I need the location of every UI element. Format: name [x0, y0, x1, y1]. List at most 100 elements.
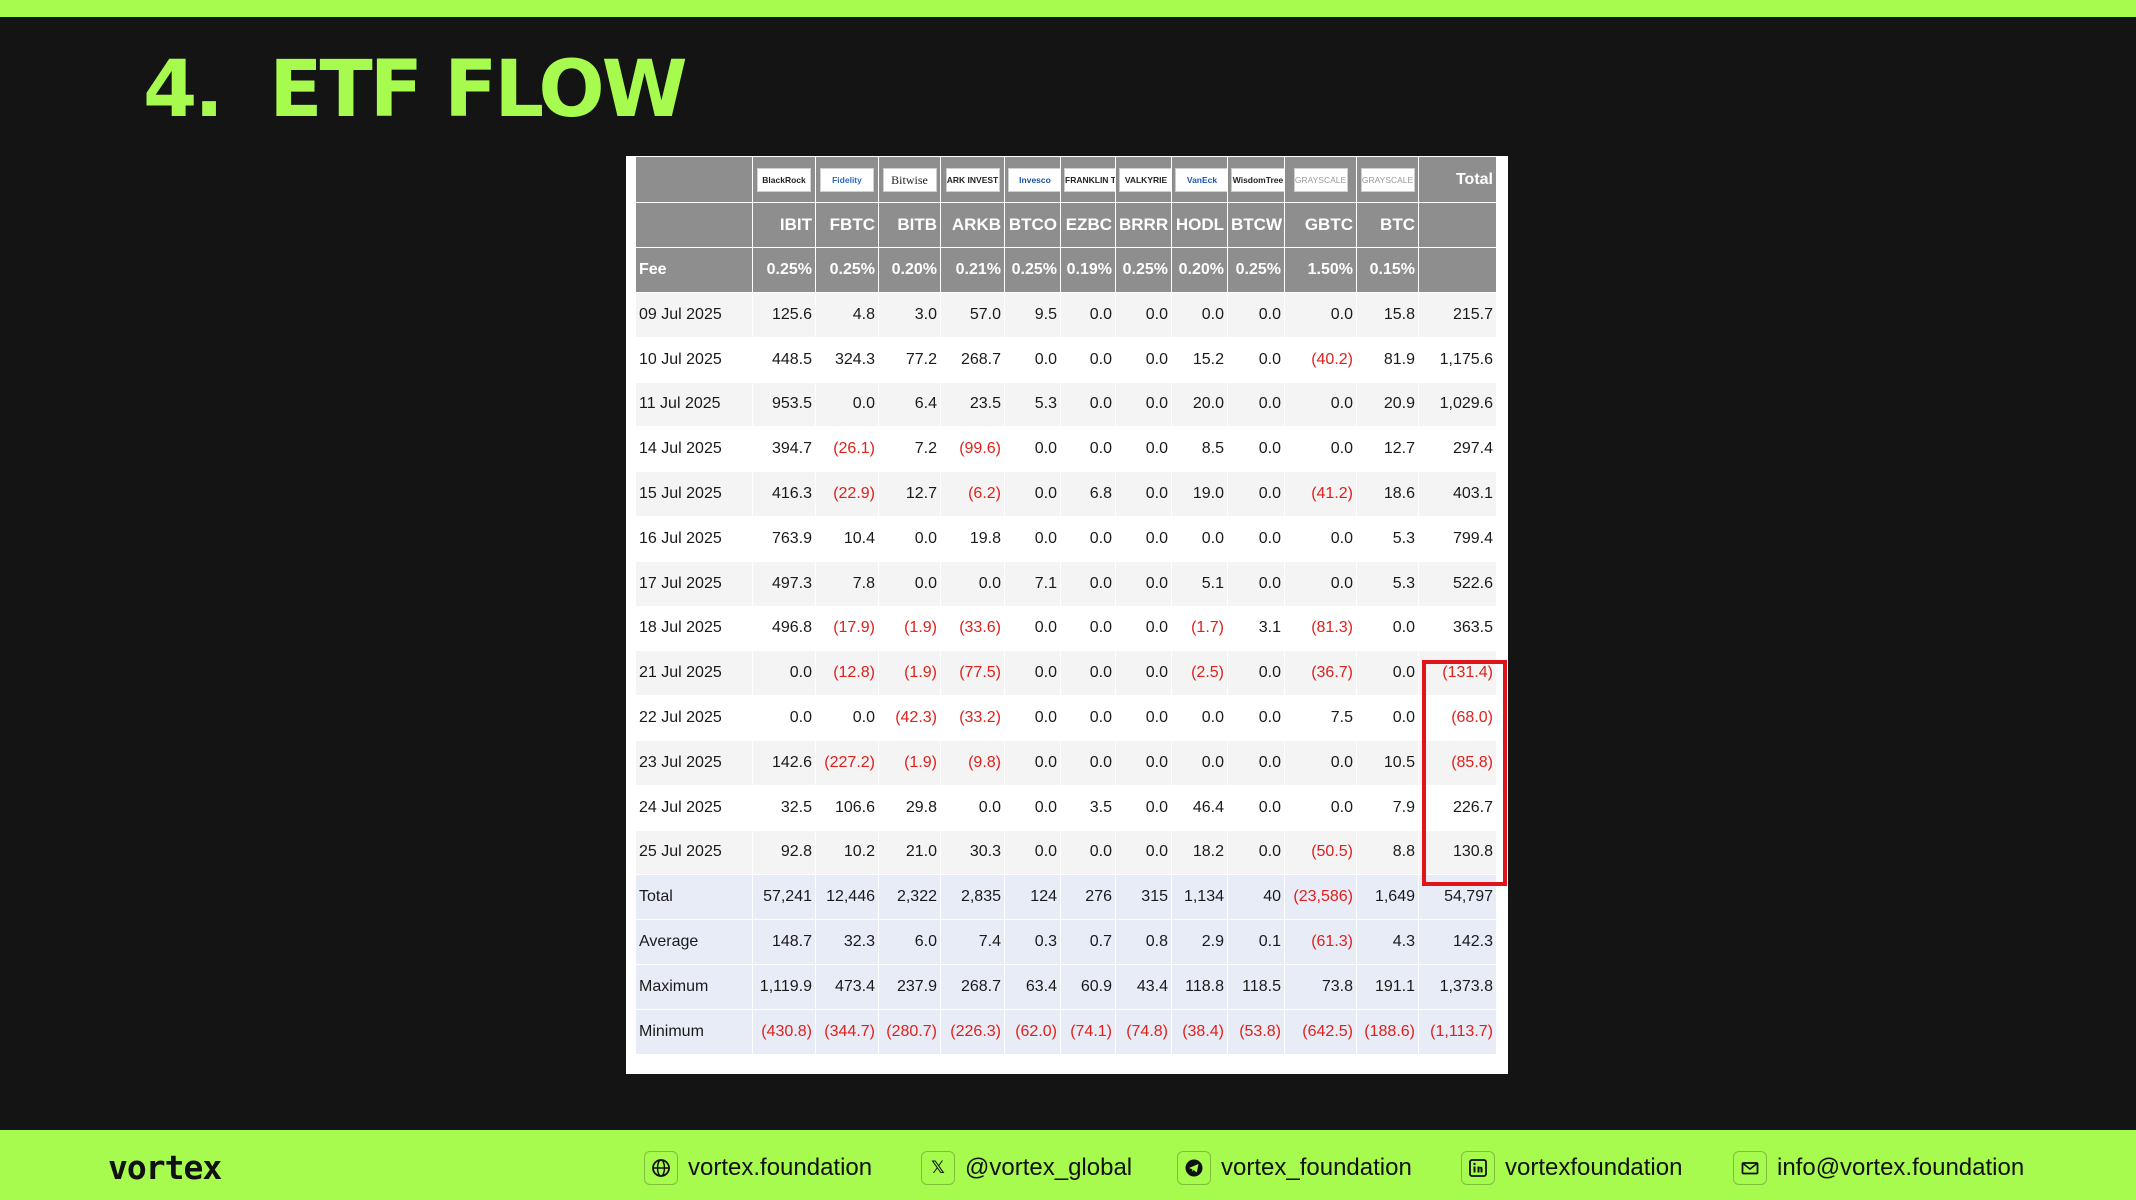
value-cell: 0.0 — [1227, 560, 1285, 607]
value-cell: 473.4 — [815, 963, 879, 1010]
value-cell: (33.2) — [940, 695, 1005, 741]
table-row: 24 Jul 2025 32.5 106.6 29.8 0.0 0.0 3.5 0.0 46.4… — [635, 784, 1497, 831]
value-cell: (23,586) — [1284, 874, 1357, 921]
value-cell: 12,446 — [815, 874, 879, 921]
value-cell: 0.0 — [1060, 292, 1116, 338]
value-cell: 0.0 — [940, 560, 1005, 607]
slide-title: 4. ETF FLOW — [143, 45, 688, 135]
value-cell: 15.8 — [1356, 292, 1419, 338]
value-cell: 0.0 — [1227, 739, 1285, 786]
blackrock-logo: BlackRock — [757, 167, 811, 192]
value-cell: 1,373.8 — [1418, 963, 1497, 1010]
summary-row: Average 148.7 32.3 6.0 7.4 0.3 0.7 0.8 2.9 0.1 (61… — [635, 919, 1497, 965]
table-row: 10 Jul 2025 448.5 324.3 77.2 268.7 0.0 0.0 0.0 1… — [635, 336, 1497, 383]
value-cell: 496.8 — [752, 605, 816, 652]
table-row: 09 Jul 2025 125.6 4.8 3.0 57.0 9.5 0.0 0.0 0.0 0.… — [635, 292, 1497, 338]
value-cell: (17.9) — [815, 605, 879, 652]
value-cell: 2,322 — [878, 874, 941, 921]
x-icon: 𝕏 — [921, 1151, 955, 1185]
corner-cell — [635, 156, 753, 203]
value-cell: 953.5 — [752, 381, 816, 428]
value-cell: 12.7 — [1356, 426, 1419, 473]
row-label-cell: 11 Jul 2025 — [635, 381, 753, 428]
value-cell: 0.0 — [1115, 695, 1172, 741]
value-cell — [1418, 202, 1497, 248]
value-cell: (227.2) — [815, 739, 879, 786]
value-cell: 0.3 — [1004, 919, 1061, 965]
value-cell: 32.5 — [752, 784, 816, 831]
value-cell: 0.0 — [878, 515, 941, 562]
value-cell: 0.0 — [1060, 739, 1116, 786]
value-cell: 0.8 — [1115, 919, 1172, 965]
contact-linkedin[interactable]: vortexfoundation — [1461, 1150, 1682, 1186]
grayscale-gbtc-logo: GRAYSCALE — [1293, 167, 1348, 192]
value-cell: 5.3 — [1004, 381, 1061, 428]
value-cell: HODL — [1171, 202, 1228, 248]
table-row: 15 Jul 2025 416.3 (22.9) 12.7 (6.2) 0.0 6.8 0.0… — [635, 471, 1497, 517]
value-cell — [1418, 247, 1497, 293]
value-cell: 60.9 — [1060, 963, 1116, 1010]
value-cell: 7.9 — [1356, 784, 1419, 831]
value-cell: 0.0 — [1115, 560, 1172, 607]
value-cell: 5.3 — [1356, 560, 1419, 607]
table-row: 22 Jul 2025 0.0 0.0 (42.3) (33.2) 0.0 0.0 0.0 0.… — [635, 695, 1497, 741]
value-cell: 18.2 — [1171, 829, 1228, 876]
value-cell: 125.6 — [752, 292, 816, 338]
value-cell: 1,029.6 — [1418, 381, 1497, 428]
value-cell: 0.0 — [1227, 292, 1285, 338]
value-cell: 0.0 — [940, 784, 1005, 831]
value-cell: (77.5) — [940, 650, 1005, 697]
value-cell: 57,241 — [752, 874, 816, 921]
value-cell: (12.8) — [815, 650, 879, 697]
value-cell: 23.5 — [940, 381, 1005, 428]
contact-email[interactable]: info@vortex.foundation — [1733, 1150, 2024, 1186]
value-cell: ARKB — [940, 202, 1005, 248]
value-cell: (188.6) — [1356, 1008, 1419, 1055]
value-cell: 0.0 — [1227, 695, 1285, 741]
value-cell: (74.1) — [1060, 1008, 1116, 1055]
value-cell: BTC — [1356, 202, 1419, 248]
value-cell: 148.7 — [752, 919, 816, 965]
value-cell: 5.3 — [1356, 515, 1419, 562]
value-cell: 0.0 — [1115, 426, 1172, 473]
row-label-cell: 15 Jul 2025 — [635, 471, 753, 517]
table-row: 17 Jul 2025 497.3 7.8 0.0 0.0 7.1 0.0 0.0 5.1 0.0… — [635, 560, 1497, 607]
value-cell: 315 — [1115, 874, 1172, 921]
value-cell: 0.0 — [1115, 292, 1172, 338]
value-cell: 7.2 — [878, 426, 941, 473]
row-label-cell: Total — [635, 874, 753, 921]
value-cell: 21.0 — [878, 829, 941, 876]
value-cell: 32.3 — [815, 919, 879, 965]
linkedin-icon — [1461, 1151, 1495, 1185]
value-cell: 0.0 — [752, 695, 816, 741]
value-cell: 6.0 — [878, 919, 941, 965]
contact-website[interactable]: vortex.foundation — [644, 1150, 872, 1186]
row-label-cell: 25 Jul 2025 — [635, 829, 753, 876]
etf-flow-table: BlackRock Fidelity Bitwise ARK INVEST In… — [635, 156, 1497, 1055]
summary-row: Total 57,241 12,446 2,322 2,835 124 276 315 1,13… — [635, 874, 1497, 921]
franklin-templeton-logo: FRANKLIN TEMPLETON — [1064, 167, 1115, 192]
value-cell: (33.6) — [940, 605, 1005, 652]
contact-x[interactable]: 𝕏 @vortex_global — [921, 1150, 1132, 1186]
value-cell: (74.8) — [1115, 1008, 1172, 1055]
value-cell: 0.25% — [815, 247, 879, 293]
value-cell: 0.0 — [1115, 381, 1172, 428]
value-cell: 0.0 — [1356, 695, 1419, 741]
value-cell: 6.8 — [1060, 471, 1116, 517]
contact-telegram[interactable]: vortex_foundation — [1177, 1150, 1412, 1186]
value-cell: 1,175.6 — [1418, 336, 1497, 383]
value-cell: 0.7 — [1060, 919, 1116, 965]
value-cell: 394.7 — [752, 426, 816, 473]
value-cell: 63.4 — [1004, 963, 1061, 1010]
value-cell: 18.6 — [1356, 471, 1419, 517]
value-cell: 1,134 — [1171, 874, 1228, 921]
value-cell: 0.0 — [1060, 336, 1116, 383]
value-cell: 191.1 — [1356, 963, 1419, 1010]
value-cell: (1.9) — [878, 650, 941, 697]
value-cell: 0.0 — [1171, 515, 1228, 562]
table-row: 25 Jul 2025 92.8 10.2 21.0 30.3 0.0 0.0 0.0 18.2… — [635, 829, 1497, 876]
value-cell: 1,119.9 — [752, 963, 816, 1010]
value-cell: 2.9 — [1171, 919, 1228, 965]
value-cell: 7.5 — [1284, 695, 1357, 741]
value-cell: 0.0 — [1227, 650, 1285, 697]
